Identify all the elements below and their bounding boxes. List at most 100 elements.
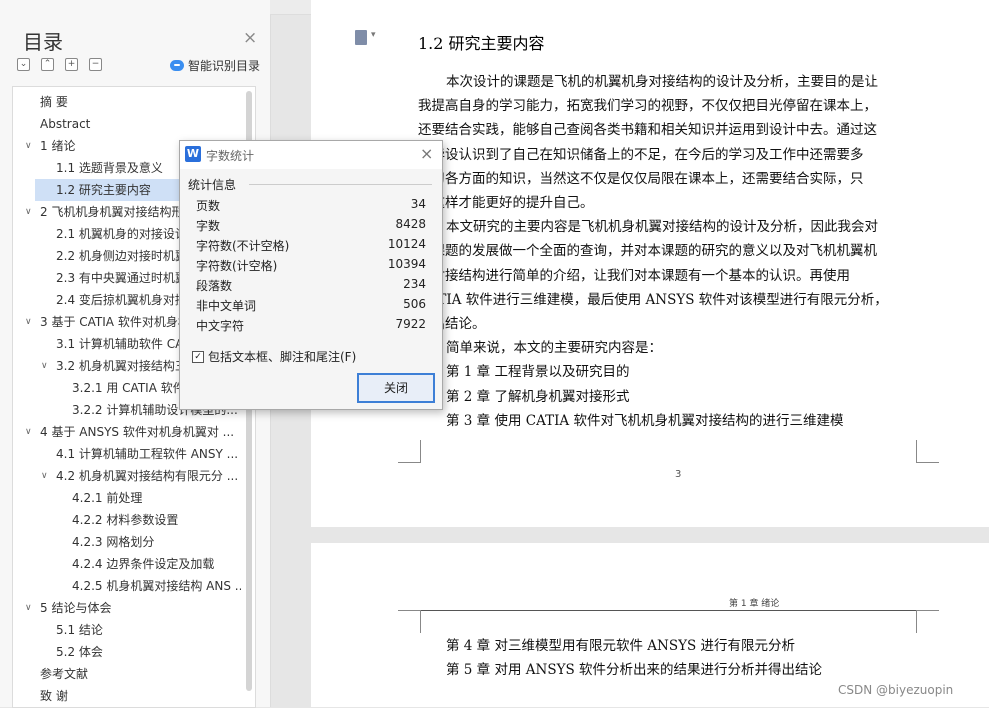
body-text-line: 本次设计的课题是飞机的机翼机身对接结构的设计及分析，主要目的是让	[446, 74, 878, 90]
smart-toc-label: 智能识别目录	[188, 59, 261, 73]
toc-item-label: 参考文献	[40, 667, 89, 681]
body-text-line: 简单来说，本文的主要研究内容是：	[446, 340, 662, 357]
toc-item[interactable]: 4.2.2 材料参数设置	[13, 509, 241, 531]
body-text-line: 学习各方面的知识，当然这不仅是仅仅局限在课本上，还需要结合实际，只	[418, 170, 864, 187]
stat-row: 中文字符 7922	[196, 317, 426, 337]
stat-label: 段落数	[196, 279, 233, 293]
checkbox-checked-icon[interactable]: ✓	[192, 350, 204, 363]
stat-value: 234	[403, 277, 426, 291]
toc-item[interactable]: 4.2.3 网格划分	[13, 531, 241, 553]
chevron-down-icon[interactable]: ∨	[25, 421, 35, 443]
expand-up-icon[interactable]: ⌃	[41, 58, 54, 71]
toc-item[interactable]: 参考文献	[13, 663, 241, 685]
toc-item[interactable]: Abstract	[13, 113, 241, 135]
wps-writer-icon: W	[185, 146, 201, 162]
toc-item[interactable]: 4.2.1 前处理	[13, 487, 241, 509]
body-text-line: 第 2 章 了解机身机翼对接形式	[446, 388, 630, 405]
toc-item-label: 摘 要	[40, 95, 68, 109]
toc-item[interactable]: ∨ 5 结论与体会	[13, 597, 241, 619]
toc-item-label: 1 绪论	[40, 139, 76, 153]
chevron-down-icon[interactable]: ∨	[25, 135, 35, 157]
remove-heading-icon[interactable]: −	[89, 58, 102, 71]
dialog-title: 字数统计	[206, 149, 255, 163]
stat-label: 字符数(不计空格)	[196, 239, 290, 253]
toc-close-icon[interactable]: ×	[243, 28, 257, 48]
toc-title: 目录	[23, 30, 63, 54]
toc-item-label: 2 飞机机身机翼对接结构形式	[40, 205, 196, 219]
page-number: 3	[675, 469, 682, 480]
stat-label: 页数	[196, 199, 221, 213]
toc-item[interactable]: 5.1 结论	[13, 619, 241, 641]
stats-section-label: 统计信息	[188, 178, 237, 192]
stat-value: 8428	[395, 217, 426, 231]
body-text-line: CATIA 软件进行三维建模，最后使用 ANSYS 软件对该模型进行有限元分析，	[418, 291, 888, 308]
stat-value: 34	[410, 197, 426, 211]
toc-item-label: 4 基于 ANSYS 软件对机身机翼对 ...	[40, 425, 235, 439]
add-heading-icon[interactable]: +	[65, 58, 78, 71]
toc-item[interactable]: 摘 要	[13, 91, 241, 113]
toc-item-label: 5.2 体会	[56, 645, 103, 659]
toc-item-label: 4.2.2 材料参数设置	[72, 513, 179, 527]
toc-item[interactable]: 4.2.4 边界条件设定及加载	[13, 553, 241, 575]
stat-value: 10394	[387, 257, 426, 271]
body-text-line: 第 3 章 使用 CATIA 软件对飞机机身机翼对接结构的进行三维建模	[446, 412, 844, 429]
page-corner-mark	[916, 610, 939, 633]
toc-item[interactable]: 5.2 体会	[13, 641, 241, 663]
toc-item[interactable]: ∨ 4 基于 ANSYS 软件对机身机翼对 ...	[13, 421, 241, 443]
toc-item-label: 4.2.4 边界条件设定及加载	[72, 557, 215, 571]
toc-item-label: 4.2 机身机翼对接结构有限元分 ...	[56, 469, 239, 483]
toc-item-label: 2.2 机身侧边对接时机翼	[56, 249, 187, 263]
close-button[interactable]: 关闭	[357, 373, 435, 403]
watermark: CSDN @biyezuopin	[838, 683, 954, 697]
body-text-line: 还要结合实践，能够自己查阅各类书籍和相关知识并运用到设计中去。通过这	[418, 122, 877, 139]
stat-row: 段落数 234	[196, 277, 426, 297]
toc-item[interactable]: 4.2.5 机身机翼对接结构 ANS ...	[13, 575, 241, 597]
dialog-titlebar[interactable]: W 字数统计 ×	[180, 141, 442, 169]
chevron-down-icon[interactable]: ∨	[41, 355, 51, 377]
toc-item-label: 3.2 机身机翼对接结构三维	[56, 359, 199, 373]
stat-label: 非中文单词	[196, 299, 257, 313]
page-corner-mark	[916, 440, 939, 463]
body-text-line: 身对接结构进行简单的介绍，让我们对本课题有一个基本的认识。再使用	[418, 267, 850, 284]
toc-item-label: 2.4 变后掠机翼机身对接	[56, 293, 187, 307]
toc-item-label: 3.2.1 用 CATIA 软件	[72, 381, 185, 395]
stat-label: 字数	[196, 219, 221, 233]
toc-item[interactable]: 致 谢	[13, 685, 241, 707]
toc-item[interactable]: ∨ 4.2 机身机翼对接结构有限元分 ...	[13, 465, 241, 487]
chevron-down-icon[interactable]: ∨	[41, 465, 51, 487]
section-heading: 1.2 研究主要内容	[418, 34, 545, 53]
stat-row: 非中文单词 506	[196, 297, 426, 317]
toc-item-label: 1.1 选题背景及意义	[56, 161, 163, 175]
body-text-line: 第 4 章 对三维模型用有限元软件 ANSYS 进行有限元分析	[446, 638, 796, 654]
checkbox-label: 包括文本框、脚注和尾注(F)	[208, 350, 357, 364]
stat-value: 506	[403, 297, 426, 311]
stat-value: 10124	[387, 237, 426, 251]
toc-item-label: 4.2.3 网格划分	[72, 535, 155, 549]
toc-item-label: 3 基于 CATIA 软件对机身机翼	[40, 315, 202, 329]
include-textbox-checkbox[interactable]: ✓ 包括文本框、脚注和尾注(F)	[192, 348, 356, 365]
toc-item-label: 致 谢	[40, 689, 68, 703]
chevron-down-icon[interactable]: ∨	[25, 201, 35, 223]
chevron-down-icon[interactable]: ∨	[25, 311, 35, 333]
running-header: 第 1 章 绪论	[729, 599, 780, 609]
chevron-down-icon[interactable]: ∨	[25, 597, 35, 619]
body-text-line: 次毕设认识到了自己在知识储备上的不足，在今后的学习及工作中还需要多	[418, 146, 864, 163]
collapse-all-icon[interactable]: ⌄	[17, 58, 30, 71]
toc-item-label: 4.2.5 机身机翼对接结构 ANS ...	[72, 579, 241, 593]
stat-row: 页数 34	[196, 197, 426, 217]
toc-item-label: 2.1 机翼机身的对接设计	[56, 227, 187, 241]
body-text-line: 有这样才能更好的提升自己。	[418, 195, 594, 211]
toc-item[interactable]: 4.1 计算机辅助工程软件 ANSY ...	[13, 443, 241, 465]
smart-toc-button[interactable]: 智能识别目录	[170, 57, 260, 74]
toc-item-label: 4.2.1 前处理	[72, 491, 143, 505]
document-icon[interactable]	[355, 30, 376, 45]
toc-item-label: Abstract	[40, 117, 91, 131]
toc-item-label: 4.1 计算机辅助工程软件 ANSY ...	[56, 447, 239, 461]
toc-item-label: 5 结论与体会	[40, 601, 112, 615]
dialog-close-icon[interactable]: ×	[420, 144, 433, 163]
page-corner-mark	[398, 440, 421, 463]
body-text-line: 本课题的发展做一个全面的查询，并对本课题的研究的意义以及对飞机机翼机	[418, 243, 877, 260]
toc-item-label: 5.1 结论	[56, 623, 103, 637]
body-text-line: 第 1 章 工程背景以及研究目的	[446, 364, 630, 381]
body-text-line: 本文研究的主要内容是飞机机身机翼对接结构的设计及分析，因此我会对	[446, 219, 878, 236]
